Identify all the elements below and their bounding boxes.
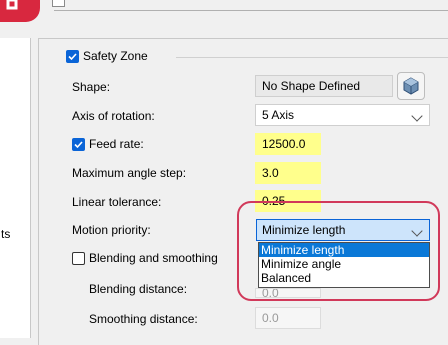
left-pane (0, 38, 31, 338)
feed-rate-input[interactable]: 12500.0 (255, 133, 321, 155)
chevron-down-icon (411, 110, 423, 122)
axis-of-rotation-label: Axis of rotation: (72, 109, 155, 123)
annotation-highlight (237, 201, 440, 301)
blending-distance-label: Blending distance: (89, 282, 188, 296)
safety-zone-label: Safety Zone (83, 49, 148, 63)
top-divider (54, 10, 448, 11)
blending-and-smoothing-label: Blending and smoothing (89, 251, 218, 265)
top-checkbox-fragment[interactable] (52, 0, 65, 7)
feed-rate-label: Feed rate: (89, 137, 144, 151)
linear-tolerance-label: Linear tolerance: (72, 195, 162, 209)
smoothing-distance-label: Smoothing distance: (89, 312, 198, 326)
shape-field: No Shape Defined (255, 75, 393, 97)
blending-and-smoothing-checkbox[interactable] (72, 252, 85, 265)
checkmark-icon (74, 141, 83, 149)
max-angle-step-input[interactable]: 3.0 (255, 162, 321, 184)
top-toolbar-area (0, 0, 448, 38)
left-pane-text: ts (1, 227, 11, 241)
motion-priority-label: Motion priority: (72, 223, 151, 237)
checkmark-icon (68, 53, 77, 61)
axis-of-rotation-value: 5 Axis (262, 108, 295, 122)
cube-icon (403, 77, 419, 95)
group-divider (176, 57, 448, 58)
pick-shape-button[interactable] (397, 72, 425, 100)
brand-glyph-icon (6, 0, 18, 10)
max-angle-step-label: Maximum angle step: (72, 166, 187, 180)
smoothing-distance-input: 0.0 (255, 307, 321, 329)
safety-zone-checkbox[interactable] (66, 50, 79, 63)
feed-rate-checkbox[interactable] (72, 138, 85, 151)
axis-of-rotation-select[interactable]: 5 Axis (255, 104, 430, 126)
shape-label: Shape: (72, 80, 111, 94)
brand-logo (0, 0, 40, 22)
